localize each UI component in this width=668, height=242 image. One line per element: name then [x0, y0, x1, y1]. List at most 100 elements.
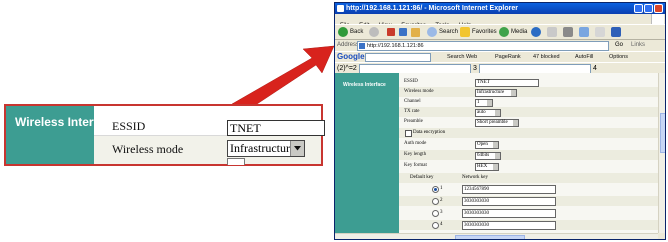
key-row-2: 2 3030303030	[399, 196, 658, 206]
zoom-next-field-stub	[227, 158, 245, 165]
search-icon[interactable]	[427, 27, 437, 37]
key-format-select[interactable]: HEX	[475, 163, 499, 171]
zoomed-callout: Wireless Interface ESSID TNET Wireless m…	[4, 104, 325, 166]
favorites-label[interactable]: Favorites	[472, 28, 497, 37]
go-button[interactable]: Go	[615, 41, 623, 50]
channel-select[interactable]: 1	[475, 99, 493, 107]
chevron-down-icon[interactable]	[493, 142, 498, 148]
wireless-mode-label: Wireless mode	[404, 89, 434, 94]
zoom-wireless-mode-label: Wireless mode	[112, 142, 184, 156]
pagerank-indicator: PageRank	[495, 54, 521, 60]
close-button[interactable]	[654, 4, 663, 13]
messenger-icon[interactable]	[611, 27, 621, 37]
calc-num-3: 3	[473, 65, 477, 72]
zoom-essid-label: ESSID	[112, 119, 146, 133]
autofill-button[interactable]: AutoFill	[575, 53, 593, 62]
wireless-mode-select[interactable]: Infrastructure	[475, 89, 517, 97]
edit-icon[interactable]	[579, 27, 589, 37]
channel-label: Channel	[404, 99, 421, 104]
chevron-down-icon[interactable]	[493, 164, 498, 170]
window-title: http://192.168.1.121:86/ - Microsoft Int…	[346, 5, 518, 12]
horizontal-scrollbar[interactable]	[335, 233, 658, 239]
zoom-wireless-mode-value: Infrastructure	[230, 141, 296, 155]
media-icon[interactable]	[499, 27, 509, 37]
key-1-radio[interactable]	[432, 186, 439, 193]
preamble-select[interactable]: Short preamble	[475, 119, 519, 127]
channel-row: Channel 1	[399, 97, 658, 107]
preamble-label: Preamble	[404, 119, 423, 124]
key-1-input[interactable]: 1234567890	[462, 185, 556, 194]
data-encryption-row: Data encryption	[399, 128, 658, 138]
menu-bar: File Edit View Favorites Tools Help	[335, 14, 665, 29]
stop-icon[interactable]	[387, 28, 395, 36]
browser-window: http://192.168.1.121:86/ - Microsoft Int…	[334, 2, 666, 240]
key-3-number: 3	[440, 210, 443, 215]
key-3-radio[interactable]	[432, 210, 439, 217]
chevron-down-icon[interactable]	[513, 120, 518, 126]
back-label[interactable]: Back	[350, 28, 363, 37]
google-search-input[interactable]	[365, 53, 431, 62]
zoom-wireless-mode-select[interactable]: Infrastructure	[227, 140, 305, 157]
forward-icon[interactable]	[369, 27, 379, 37]
calc-num-4: 4	[593, 65, 597, 72]
tx-rate-row: TX rate auto	[399, 107, 658, 117]
tx-rate-select[interactable]: auto	[475, 109, 501, 117]
zoom-essid-input[interactable]: TNET	[227, 120, 325, 136]
address-url: http://192.168.1.121:86	[367, 43, 424, 49]
chevron-down-icon[interactable]	[290, 141, 304, 156]
preamble-value: Short preamble	[477, 120, 508, 125]
key-header-row: Default key Network key	[399, 173, 658, 183]
key-length-select[interactable]: 64bits	[475, 152, 501, 160]
chevron-down-icon[interactable]	[487, 100, 492, 106]
auth-mode-select[interactable]: Open	[475, 141, 499, 149]
default-key-label: Default key	[410, 175, 434, 180]
title-bar: http://192.168.1.121:86/ - Microsoft Int…	[335, 3, 665, 14]
chevron-down-icon[interactable]	[495, 110, 500, 116]
key-2-input[interactable]: 3030303030	[462, 197, 556, 206]
key-4-radio[interactable]	[432, 222, 439, 229]
auth-mode-row: Auth mode Open	[399, 139, 658, 149]
chevron-down-icon[interactable]	[495, 153, 500, 159]
search-label[interactable]: Search	[439, 28, 458, 37]
maximize-button[interactable]	[644, 4, 653, 13]
key-2-radio[interactable]	[432, 198, 439, 205]
address-input[interactable]: http://192.168.1.121:86	[357, 41, 609, 51]
key-row-4: 4 3030303030	[399, 220, 658, 230]
key-4-value: 3030303030	[464, 223, 489, 228]
key-1-number: 1	[440, 186, 443, 191]
key-3-value: 3030303030	[464, 211, 489, 216]
vertical-scrollbar[interactable]	[658, 73, 665, 233]
discuss-icon[interactable]	[595, 27, 605, 37]
key-row-3: 3 3030303030	[399, 208, 658, 218]
zoom-section-band: Wireless Interface	[6, 106, 118, 164]
data-encryption-checkbox[interactable]	[405, 130, 412, 137]
print-icon[interactable]	[563, 27, 573, 37]
favorites-star-icon[interactable]	[460, 27, 470, 37]
channel-value: 1	[477, 100, 480, 105]
home-icon[interactable]	[411, 28, 420, 37]
refresh-icon[interactable]	[399, 28, 407, 36]
mail-icon[interactable]	[547, 27, 557, 37]
google-search-web-button[interactable]: Search Web	[447, 53, 477, 62]
essid-input[interactable]: TNET	[475, 79, 539, 87]
minimize-button[interactable]	[634, 4, 643, 13]
calc-expression: (2)^=2	[337, 65, 357, 72]
back-icon[interactable]	[338, 27, 348, 37]
history-icon[interactable]	[531, 27, 541, 37]
key-row-1: 1 1234567890	[399, 184, 658, 194]
media-label[interactable]: Media	[511, 28, 527, 37]
options-button[interactable]: Options	[609, 53, 628, 62]
key-2-number: 2	[440, 198, 443, 203]
links-label[interactable]: Links	[631, 41, 645, 50]
wireless-mode-value: Infrastructure	[477, 90, 505, 95]
key-format-label: Key format	[404, 163, 427, 168]
popup-blocked-button[interactable]: 47 blocked	[533, 53, 560, 62]
horizontal-scroll-thumb[interactable]	[455, 235, 525, 239]
chevron-down-icon[interactable]	[511, 90, 516, 96]
zoom-form: ESSID TNET Wireless mode Infrastructure	[94, 106, 325, 165]
key-3-input[interactable]: 3030303030	[462, 209, 556, 218]
vertical-scroll-thumb[interactable]	[660, 113, 665, 153]
key-4-number: 4	[440, 222, 443, 227]
key-4-input[interactable]: 3030303030	[462, 221, 556, 230]
page-icon	[359, 43, 365, 49]
